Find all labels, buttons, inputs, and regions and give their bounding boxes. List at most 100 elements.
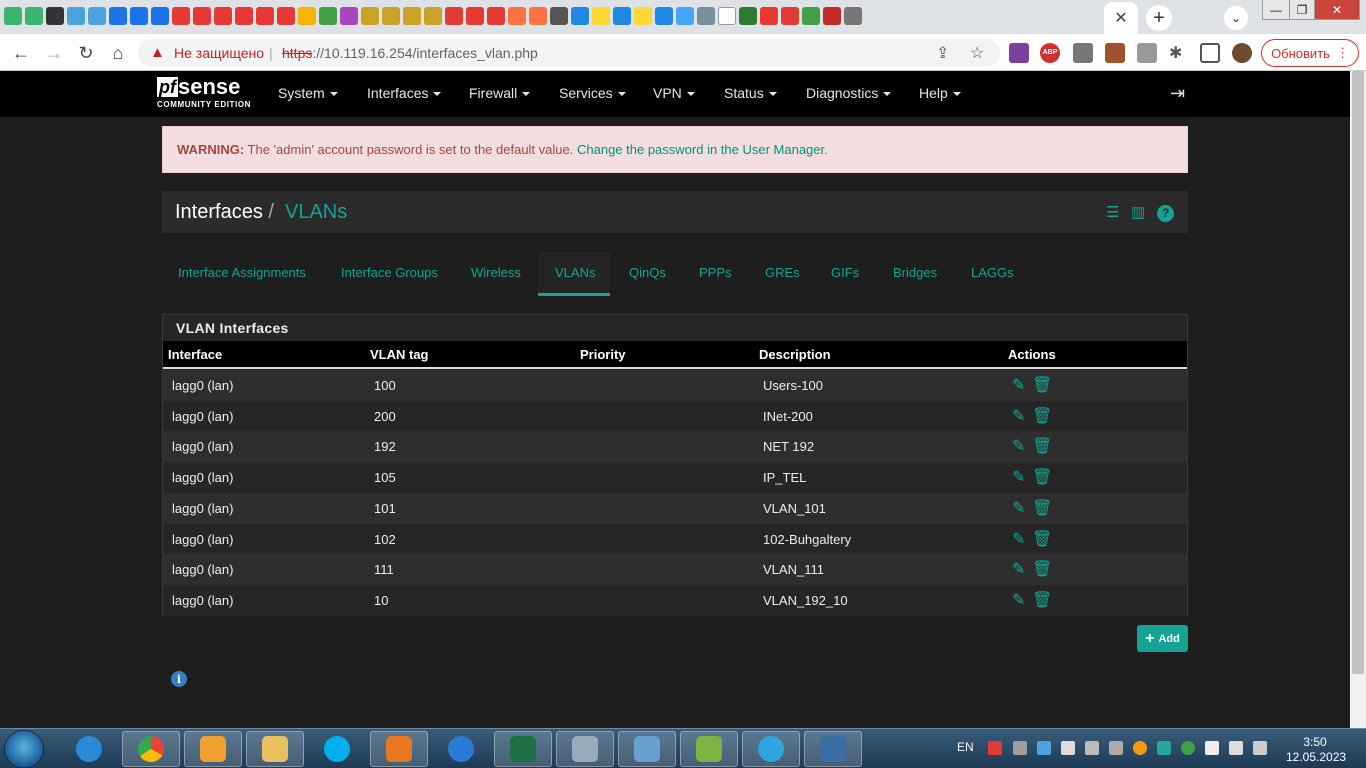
home-icon[interactable]: ⌂ (106, 41, 130, 65)
signal-icon[interactable] (1061, 741, 1075, 755)
share-icon[interactable]: ⇪ (936, 43, 949, 63)
column-priority[interactable]: Priority (580, 347, 626, 362)
chart-icon[interactable]: ▥ (1131, 203, 1145, 221)
page-scrollbar[interactable] (1350, 71, 1366, 728)
column-interface[interactable]: Interface (168, 347, 222, 362)
tab-qinqs[interactable]: QinQs (629, 265, 666, 280)
taskbar-excel[interactable] (494, 731, 552, 767)
taskbar-network-app[interactable] (618, 731, 676, 767)
trash-icon[interactable]: 🗑 (1032, 467, 1052, 487)
tray-icon[interactable] (1109, 741, 1123, 755)
menu-status[interactable]: Status (724, 85, 777, 101)
scrollbar-thumb[interactable] (1352, 71, 1364, 674)
sliders-icon[interactable]: ☰ (1106, 203, 1119, 221)
warning-triangle-icon[interactable]: ▲ (150, 44, 165, 61)
change-password-link[interactable]: Change the password in the User Manager. (577, 142, 828, 157)
trash-icon[interactable]: 🗑 (1032, 529, 1052, 549)
start-button[interactable] (4, 730, 44, 768)
reload-icon[interactable]: ↻ (74, 41, 98, 65)
tab-bridges[interactable]: Bridges (893, 265, 937, 280)
tab-wireless[interactable]: Wireless (471, 265, 521, 280)
menu-interfaces[interactable]: Interfaces (367, 85, 442, 101)
tray-icon[interactable] (988, 741, 1002, 755)
trash-icon[interactable]: 🗑 (1032, 436, 1052, 456)
tab-gres[interactable]: GREs (765, 265, 800, 280)
tab-interface-assignments[interactable]: Interface Assignments (178, 265, 306, 280)
extension-icon[interactable] (1009, 43, 1029, 63)
tab-laggs[interactable]: LAGGs (971, 265, 1014, 280)
taskbar-explorer[interactable] (246, 731, 304, 767)
side-panel-icon[interactable] (1200, 43, 1220, 63)
pencil-icon[interactable]: ✎ (1012, 375, 1025, 395)
trash-icon[interactable]: 🗑 (1032, 406, 1052, 426)
tab-close-icon[interactable]: ✕ (1114, 8, 1127, 28)
trash-icon[interactable]: 🗑 (1032, 590, 1052, 610)
forward-arrow-icon[interactable]: → (42, 41, 66, 65)
extension-help-icon[interactable] (1073, 43, 1093, 63)
menu-vpn[interactable]: VPN (653, 85, 695, 101)
pfsense-logo[interactable]: pfsense COMMUNITY EDITION (157, 76, 253, 113)
extension-icon[interactable] (1105, 43, 1125, 63)
tab-interface-groups[interactable]: Interface Groups (341, 265, 438, 280)
trash-icon[interactable]: 🗑 (1032, 498, 1052, 518)
tray-icon[interactable] (1013, 741, 1027, 755)
tab-search-chevron-icon[interactable]: ⌄ (1224, 6, 1248, 30)
trash-icon[interactable]: 🗑 (1032, 375, 1052, 395)
address-bar[interactable]: ▲ Не защищено | https://10.119.16.254/in… (138, 39, 1000, 67)
menu-system[interactable]: System (278, 85, 338, 101)
tray-icon[interactable] (1205, 741, 1219, 755)
puzzle-extensions-icon[interactable]: ✱ (1169, 43, 1189, 63)
pencil-icon[interactable]: ✎ (1012, 559, 1025, 579)
language-indicator[interactable]: EN (957, 740, 974, 754)
breadcrumb-parent[interactable]: Interfaces / (175, 201, 274, 224)
pinned-tab-favicons[interactable] (4, 7, 862, 25)
active-tab[interactable]: ✕ (1104, 2, 1138, 34)
tray-icon[interactable] (1133, 741, 1147, 755)
menu-diagnostics[interactable]: Diagnostics (806, 85, 892, 101)
help-icon[interactable]: ? (1157, 205, 1174, 222)
taskbar-app[interactable] (432, 731, 490, 767)
tray-icon[interactable] (1157, 741, 1171, 755)
flag-icon[interactable] (1253, 741, 1267, 755)
back-arrow-icon[interactable]: ← (9, 41, 33, 65)
clock[interactable]: 3:50 12.05.2023 (1286, 735, 1346, 765)
taskbar-ie[interactable] (60, 731, 118, 767)
column-description[interactable]: Description (759, 347, 831, 362)
tab-gifs[interactable]: GIFs (831, 265, 859, 280)
add-vlan-button[interactable]: + Add (1137, 625, 1188, 652)
security-status[interactable]: Не защищено (174, 45, 264, 61)
taskbar-search-app[interactable] (556, 731, 614, 767)
menu-services[interactable]: Services (559, 85, 626, 101)
volume-icon[interactable] (1229, 741, 1243, 755)
tray-icon[interactable] (1037, 741, 1051, 755)
pencil-icon[interactable]: ✎ (1012, 436, 1025, 456)
pencil-icon[interactable]: ✎ (1012, 498, 1025, 518)
maximize-button[interactable]: ❐ (1289, 0, 1315, 20)
pencil-icon[interactable]: ✎ (1012, 467, 1025, 487)
trash-icon[interactable]: 🗑 (1032, 559, 1052, 579)
bookmark-star-icon[interactable]: ☆ (970, 43, 984, 63)
tray-icon[interactable] (1181, 741, 1195, 755)
tray-icon[interactable] (1085, 741, 1099, 755)
profile-avatar[interactable] (1232, 43, 1252, 63)
column-vlan-tag[interactable]: VLAN tag (370, 347, 429, 362)
taskbar-rdp[interactable] (804, 731, 862, 767)
logout-icon[interactable]: ⇥ (1170, 83, 1185, 104)
tab-vlans[interactable]: VLANs (555, 265, 595, 280)
menu-firewall[interactable]: Firewall (469, 85, 531, 101)
new-tab-button[interactable]: + (1146, 5, 1172, 31)
close-window-button[interactable]: ✕ (1314, 0, 1360, 20)
extension-icon[interactable] (1137, 43, 1157, 63)
taskbar-media[interactable] (370, 731, 428, 767)
pencil-icon[interactable]: ✎ (1012, 590, 1025, 610)
adblock-icon[interactable]: ABP (1040, 43, 1060, 63)
url-text[interactable]: https://10.119.16.254/interfaces_vlan.ph… (282, 45, 538, 61)
taskbar-chrome[interactable] (122, 731, 180, 767)
tab-ppps[interactable]: PPPs (699, 265, 732, 280)
update-browser-button[interactable]: Обновить ⋮ (1261, 39, 1359, 67)
info-icon[interactable]: i (171, 671, 187, 687)
taskbar-telegram[interactable] (742, 731, 800, 767)
more-menu-icon[interactable]: ⋮ (1336, 45, 1349, 61)
taskbar-skype[interactable] (308, 731, 366, 767)
breadcrumb-current[interactable]: VLANs (285, 201, 347, 224)
